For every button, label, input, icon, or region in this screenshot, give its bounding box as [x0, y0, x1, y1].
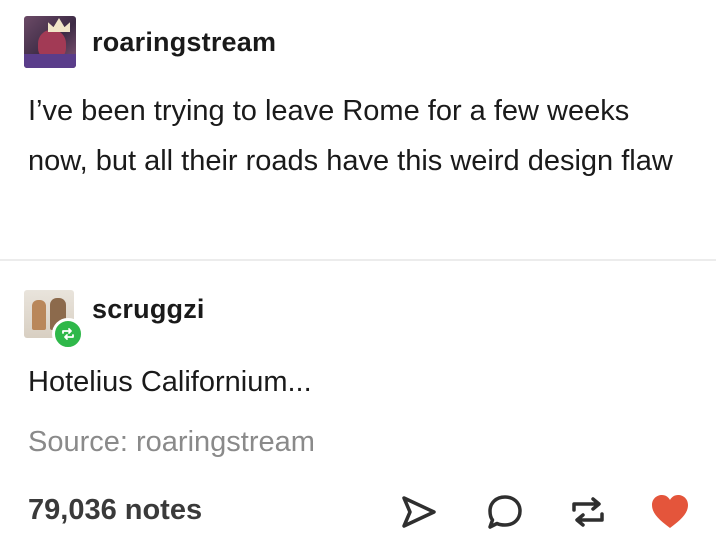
tumblr-post: roaringstream I’ve been trying to leave … [0, 0, 716, 557]
notes-count[interactable]: 79,036 notes [28, 494, 202, 527]
reblog-badge-icon [52, 318, 84, 350]
source-link[interactable]: Source: roaringstream [28, 426, 315, 459]
post-body: I’ve been trying to leave Rome for a few… [28, 95, 673, 177]
reply-icon[interactable] [485, 492, 525, 532]
reblog-header: scruggzi [24, 290, 205, 350]
post-author[interactable]: roaringstream [92, 27, 276, 58]
reblog-author[interactable]: scruggzi [92, 294, 205, 325]
avatar[interactable] [24, 16, 76, 68]
divider [0, 259, 716, 261]
share-icon[interactable] [399, 492, 439, 532]
post-header: roaringstream [24, 16, 276, 68]
reblog-avatar-wrap[interactable] [24, 290, 84, 350]
reblog-icon[interactable] [568, 492, 608, 532]
reblog-body: Hotelius Californium... [28, 366, 312, 398]
avatar-scarf [24, 54, 76, 68]
heart-icon[interactable] [650, 492, 690, 532]
avatar-figure [32, 300, 46, 330]
avatar-crown [48, 18, 70, 32]
